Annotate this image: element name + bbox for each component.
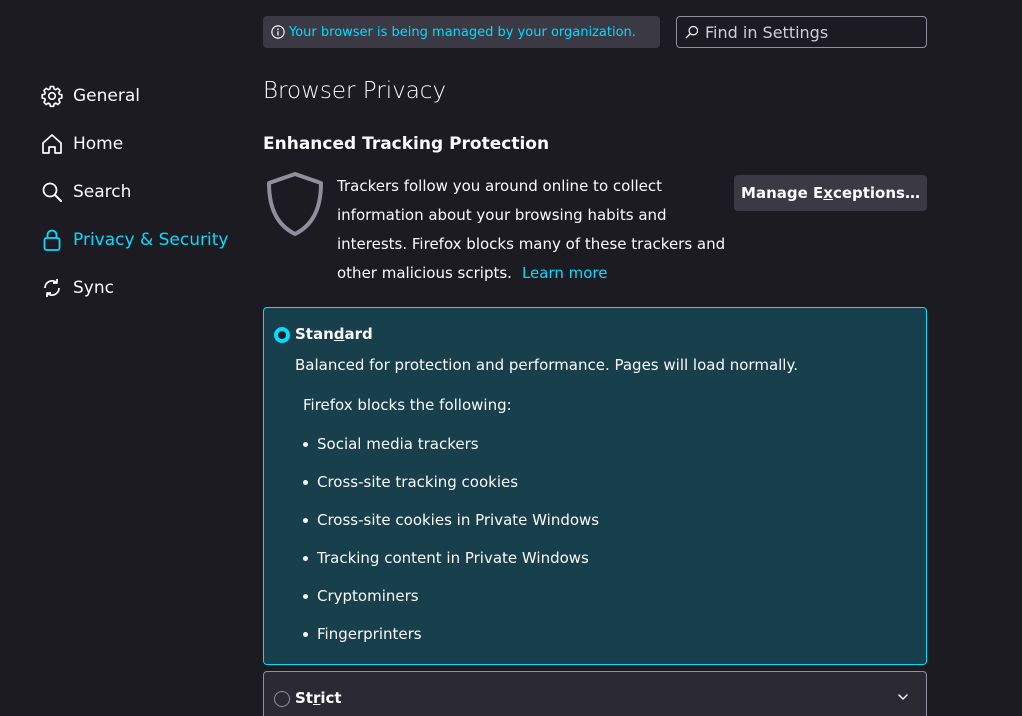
- strict-label-start: St: [295, 689, 313, 707]
- search-icon: [40, 180, 64, 204]
- sidebar-item-privacy-security[interactable]: Privacy & Security: [40, 216, 240, 264]
- strict-radio[interactable]: [274, 691, 290, 707]
- bullet: [303, 441, 308, 447]
- bullet: [303, 517, 308, 523]
- bullet: [303, 631, 308, 637]
- list-item: Cryptominers: [303, 577, 599, 615]
- bullet: [303, 555, 308, 561]
- tracking-description: Trackers follow you around online to col…: [337, 172, 732, 288]
- standard-description: Balanced for protection and performance.…: [295, 356, 798, 374]
- sidebar-item-general[interactable]: General: [40, 72, 240, 120]
- shield-icon: [267, 172, 323, 236]
- blocked-list: Social media trackers Cross-site trackin…: [303, 425, 599, 653]
- sidebar-item-sync[interactable]: Sync: [40, 264, 240, 312]
- blocked-item-label: Cryptominers: [317, 587, 419, 605]
- blocked-item-label: Fingerprinters: [317, 625, 422, 643]
- home-icon: [40, 132, 64, 156]
- strict-label-end: ict: [320, 689, 342, 707]
- list-item: Cross-site tracking cookies: [303, 463, 599, 501]
- lock-icon: [40, 228, 64, 252]
- strict-label[interactable]: Strict: [295, 689, 342, 707]
- search-field[interactable]: [676, 16, 927, 48]
- manage-exceptions-label-start: Manage E: [741, 184, 824, 202]
- manage-exceptions-label-end: ceptions…: [832, 184, 920, 202]
- blocked-item-label: Social media trackers: [317, 435, 479, 453]
- list-item: Fingerprinters: [303, 615, 599, 653]
- gear-icon: [40, 84, 64, 108]
- blocked-item-label: Cross-site tracking cookies: [317, 473, 519, 491]
- bullet: [303, 479, 308, 485]
- list-item: Social media trackers: [303, 425, 599, 463]
- sidebar-item-label: General: [73, 86, 140, 106]
- managed-banner[interactable]: Your browser is being managed by your or…: [263, 16, 660, 48]
- list-item: Cross-site cookies in Private Windows: [303, 501, 599, 539]
- sidebar-item-home[interactable]: Home: [40, 120, 240, 168]
- chevron-down-icon[interactable]: [896, 690, 910, 704]
- standard-accesskey: d: [333, 325, 345, 343]
- section-title: Enhanced Tracking Protection: [263, 134, 550, 154]
- search-input[interactable]: [705, 22, 905, 42]
- sidebar-item-label: Sync: [73, 278, 114, 298]
- blocks-heading: Firefox blocks the following:: [303, 396, 512, 414]
- sidebar-item-search[interactable]: Search: [40, 168, 240, 216]
- sync-icon: [40, 276, 64, 300]
- strict-option-card[interactable]: Strict: [263, 671, 927, 716]
- sidebar-item-label: Home: [73, 134, 124, 154]
- bullet: [303, 593, 308, 599]
- settings-page: Your browser is being managed by your or…: [0, 0, 1022, 716]
- standard-option-card[interactable]: Standard Balanced for protection and per…: [263, 307, 927, 665]
- manage-exceptions-button[interactable]: Manage Exceptions…: [734, 175, 927, 211]
- learn-more-link[interactable]: Learn more: [522, 264, 608, 282]
- standard-label-end: ard: [344, 325, 373, 343]
- info-icon: [271, 25, 285, 39]
- blocked-item-label: Tracking content in Private Windows: [317, 549, 589, 567]
- managed-banner-text[interactable]: Your browser is being managed by your or…: [289, 25, 636, 40]
- sidebar-item-label: Privacy & Security: [73, 230, 229, 250]
- standard-label-start: Stan: [295, 325, 334, 343]
- sidebar: General Home Search Privacy & Security S…: [40, 72, 240, 312]
- list-item: Tracking content in Private Windows: [303, 539, 599, 577]
- blocked-item-label: Cross-site cookies in Private Windows: [317, 511, 600, 529]
- standard-label[interactable]: Standard: [295, 325, 373, 343]
- search-icon: [685, 25, 699, 39]
- standard-radio[interactable]: [274, 327, 290, 343]
- sidebar-item-label: Search: [73, 182, 132, 202]
- manage-exceptions-accesskey: x: [823, 184, 833, 202]
- page-title: Browser Privacy: [263, 78, 447, 104]
